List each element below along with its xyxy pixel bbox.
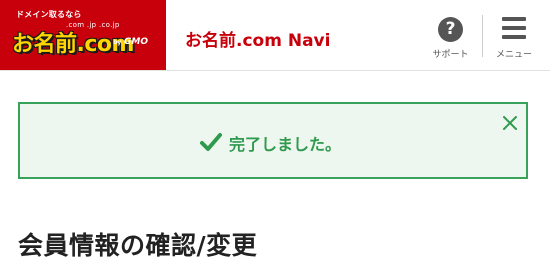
- support-label[interactable]: サポート: [430, 47, 471, 60]
- hamburger-menu-icon[interactable]: [502, 17, 526, 39]
- header: ドメイン取るなら .com .jp .co.jp お名前.com by GMO …: [0, 0, 550, 71]
- logo-tagline: ドメイン取るなら: [16, 10, 82, 19]
- success-alert: 完了しました。: [18, 102, 528, 179]
- page-title: 会員情報の確認/変更: [18, 231, 258, 260]
- site-title[interactable]: お名前.com Navi: [185, 26, 330, 51]
- question-circle-icon[interactable]: ?: [438, 17, 463, 42]
- logo-gmo: GMO: [124, 37, 148, 47]
- onamae-logo[interactable]: ドメイン取るなら .com .jp .co.jp お名前.com by GMO: [0, 0, 166, 70]
- close-icon[interactable]: [502, 115, 518, 131]
- header-divider: [482, 15, 483, 57]
- logo-by: by: [113, 39, 122, 46]
- checkmark-icon: [200, 133, 222, 151]
- menu-label[interactable]: メニュー: [494, 47, 534, 60]
- alert-message: 完了しました。: [229, 135, 342, 154]
